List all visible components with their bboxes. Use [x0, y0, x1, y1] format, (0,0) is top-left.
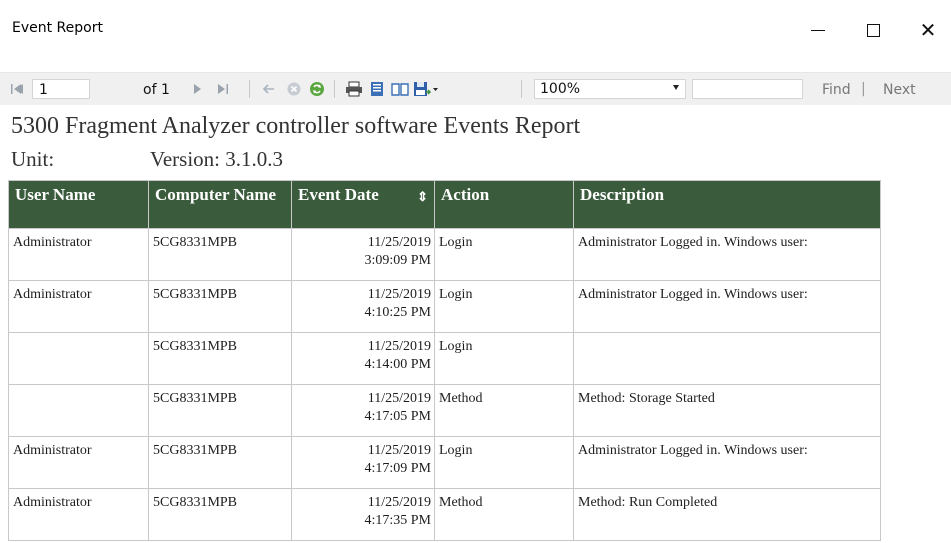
cell-computer-name: 5CG8331MPB: [148, 332, 292, 385]
window-titlebar: Event Report ✕: [0, 0, 951, 52]
cell-computer-name: 5CG8331MPB: [148, 280, 292, 333]
window-title: Event Report: [12, 20, 103, 36]
column-header-action: Action: [434, 180, 574, 229]
table-row: Administrator 5CG8331MPB 11/25/2019 4:10:25…: [8, 280, 881, 333]
minimize-icon: [811, 29, 825, 31]
cell-user-name: Administrator: [8, 488, 149, 541]
zoom-select[interactable]: 100%: [534, 79, 686, 99]
toolbar-separator: [249, 80, 250, 98]
page-setup-icon[interactable]: [391, 80, 409, 98]
cell-action: Method: [434, 384, 574, 437]
column-header-event-date[interactable]: ⇕ Event Date: [291, 180, 435, 229]
next-link[interactable]: Next: [883, 82, 916, 98]
back-icon[interactable]: [261, 80, 277, 98]
cell-action: Login: [434, 280, 574, 333]
cell-action: Login: [434, 228, 574, 281]
cell-action: Login: [434, 332, 574, 385]
cell-user-name: Administrator: [8, 436, 149, 489]
toolbar-separator: [521, 80, 522, 98]
table-row: Administrator 5CG8331MPB 11/25/2019 4:17:35…: [8, 488, 881, 541]
cell-event-date: 11/25/2019 4:17:05 PM: [291, 384, 435, 437]
chevron-down-icon: [673, 85, 679, 90]
cell-user-name: Administrator: [8, 280, 149, 333]
event-date: 11/25/2019: [367, 391, 431, 406]
close-button[interactable]: ✕: [905, 10, 951, 50]
page-count-label: of 1: [143, 82, 170, 98]
stop-icon[interactable]: [285, 80, 303, 98]
cell-event-date: 11/25/2019 4:14:00 PM: [291, 332, 435, 385]
cell-event-date: 11/25/2019 3:09:09 PM: [291, 228, 435, 281]
table-row: 5CG8331MPB 11/25/2019 4:14:00 PM Login: [8, 332, 881, 385]
find-input[interactable]: [692, 79, 803, 99]
column-header-user-name: User Name: [8, 180, 149, 229]
events-table: User Name Computer Name ⇕ Event Date Act…: [8, 180, 881, 541]
column-header-computer-name: Computer Name: [148, 180, 292, 229]
cell-action: Method: [434, 488, 574, 541]
event-date: 11/25/2019: [367, 495, 431, 510]
last-page-icon[interactable]: [215, 80, 231, 98]
zoom-value: 100%: [540, 81, 581, 97]
table-row: Administrator 5CG8331MPB 11/25/2019 4:17:09…: [8, 436, 881, 489]
close-icon: ✕: [919, 18, 937, 42]
cell-event-date: 11/25/2019 4:17:35 PM: [291, 488, 435, 541]
maximize-icon: [866, 23, 880, 37]
cell-event-date: 11/25/2019 4:10:25 PM: [291, 280, 435, 333]
cell-description: [573, 332, 881, 385]
cell-user-name: Administrator: [8, 228, 149, 281]
report-toolbar: 1 of 1 100% Find | Next: [0, 72, 951, 106]
event-date-label: Event Date: [298, 185, 379, 204]
report-viewer[interactable]: 5300 Fragment Analyzer controller softwa…: [0, 105, 951, 543]
cell-description: Administrator Logged in. Windows user:: [573, 280, 881, 333]
cell-user-name: [8, 332, 149, 385]
event-date: 11/25/2019: [367, 235, 431, 250]
cell-computer-name: 5CG8331MPB: [148, 228, 292, 281]
event-time: 3:09:09 PM: [364, 253, 431, 268]
toolbar-separator: [334, 80, 335, 98]
cell-action: Login: [434, 436, 574, 489]
find-link[interactable]: Find: [822, 82, 851, 98]
sort-icon[interactable]: ⇕: [417, 187, 428, 206]
print-layout-icon[interactable]: [368, 80, 386, 98]
column-header-description: Description: [573, 180, 881, 229]
cell-description: Administrator Logged in. Windows user:: [573, 228, 881, 281]
table-row: 5CG8331MPB 11/25/2019 4:17:05 PM Method Meth…: [8, 384, 881, 437]
table-row: Administrator 5CG8331MPB 11/25/2019 3:09:09…: [8, 228, 881, 281]
cell-user-name: [8, 384, 149, 437]
event-time: 4:17:35 PM: [364, 513, 431, 528]
report-title: 5300 Fragment Analyzer controller softwa…: [11, 113, 581, 139]
cell-computer-name: 5CG8331MPB: [148, 436, 292, 489]
cell-description: Administrator Logged in. Windows user:: [573, 436, 881, 489]
refresh-icon[interactable]: [308, 80, 326, 98]
event-time: 4:17:05 PM: [364, 409, 431, 424]
table-header-row: User Name Computer Name ⇕ Event Date Act…: [8, 180, 881, 229]
find-separator: |: [861, 81, 866, 97]
cell-description: Method: Run Completed: [573, 488, 881, 541]
event-time: 4:10:25 PM: [364, 305, 431, 320]
event-time: 4:17:09 PM: [364, 461, 431, 476]
version-label: Version: 3.1.0.3: [150, 147, 283, 171]
minimize-button[interactable]: [795, 10, 841, 50]
event-date: 11/25/2019: [367, 287, 431, 302]
export-icon[interactable]: [413, 80, 439, 98]
event-date: 11/25/2019: [367, 443, 431, 458]
print-icon[interactable]: [345, 80, 363, 98]
event-time: 4:14:00 PM: [364, 357, 431, 372]
cell-description: Method: Storage Started: [573, 384, 881, 437]
next-page-icon[interactable]: [190, 80, 204, 98]
event-date: 11/25/2019: [367, 339, 431, 354]
prev-page-icon[interactable]: [14, 80, 26, 98]
maximize-button[interactable]: [850, 10, 896, 50]
cell-event-date: 11/25/2019 4:17:09 PM: [291, 436, 435, 489]
unit-label: Unit:: [11, 147, 55, 171]
page-number-input[interactable]: 1: [32, 79, 90, 99]
cell-computer-name: 5CG8331MPB: [148, 488, 292, 541]
cell-computer-name: 5CG8331MPB: [148, 384, 292, 437]
